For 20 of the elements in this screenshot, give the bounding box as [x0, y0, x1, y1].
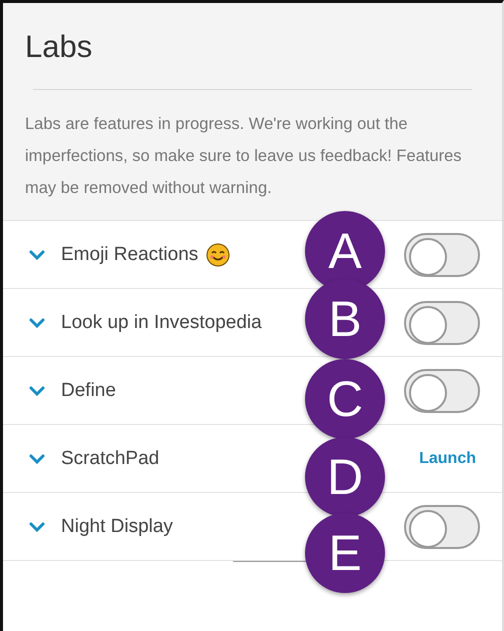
chevron-icon[interactable]: [29, 250, 45, 260]
feature-toggle[interactable]: [404, 300, 480, 344]
callout-badge: C: [305, 359, 385, 439]
feature-toggle[interactable]: [404, 504, 480, 548]
feature-label: Define: [61, 380, 116, 402]
callout-badge: E: [305, 513, 385, 593]
feature-toggle[interactable]: [404, 232, 480, 276]
launch-link[interactable]: Launch: [419, 450, 476, 468]
callout-badge: B: [305, 279, 385, 359]
chevron-icon[interactable]: [29, 386, 45, 396]
chevron-icon[interactable]: [29, 522, 45, 532]
description-text: Labs are features in progress. We're working out the imperfections, so make sure to leave us feedback! Features may be removed without warning.: [25, 114, 463, 199]
chevron-icon[interactable]: [29, 318, 45, 328]
feature-label: Night Display: [61, 516, 173, 538]
feature-label: ScratchPad: [61, 448, 160, 470]
feature-label: Emoji Reactions: [61, 244, 198, 266]
feature-label: Look up in Investopedia: [61, 312, 262, 334]
chevron-icon[interactable]: [29, 454, 45, 464]
page-title: Labs: [25, 28, 94, 66]
feature-toggle[interactable]: [404, 368, 480, 412]
